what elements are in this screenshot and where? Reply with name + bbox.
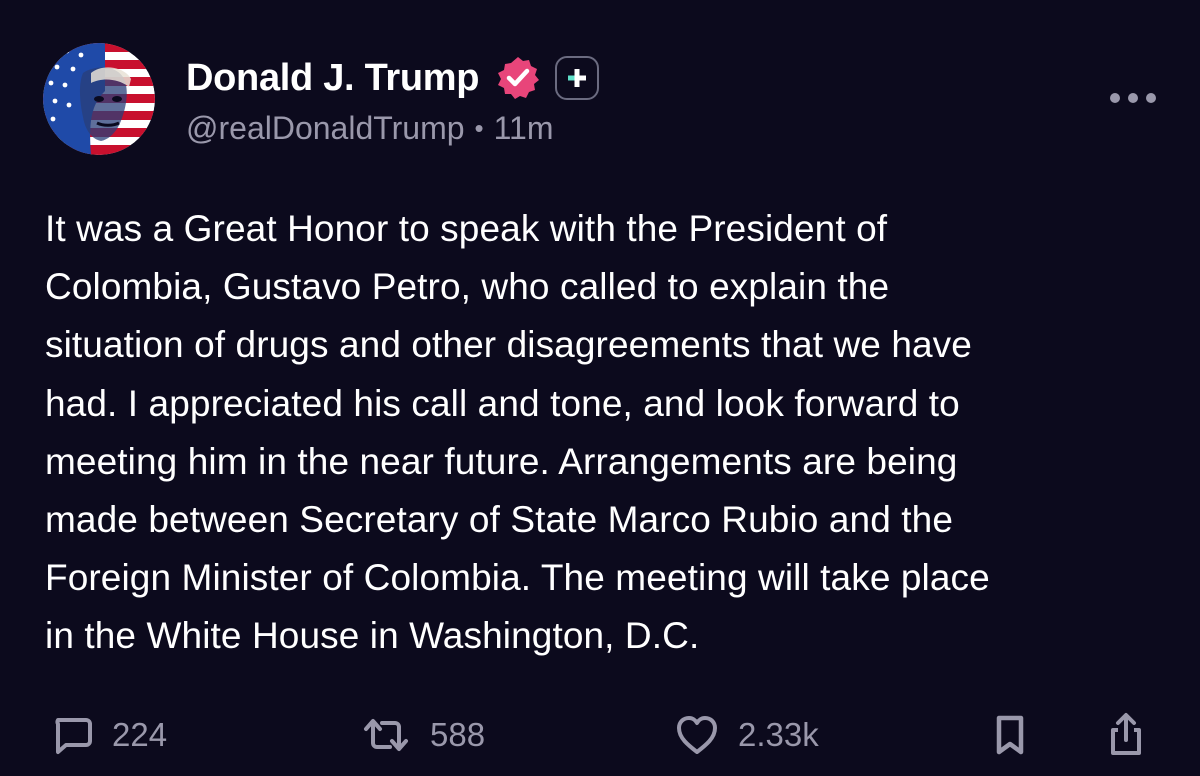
more-dot [1128, 93, 1138, 103]
post-body-text: It was a Great Honor to speak with the P… [45, 200, 1165, 666]
repost-button[interactable]: 588 [360, 705, 485, 765]
flag-portrait-avatar-icon [43, 43, 155, 155]
post-text-line: made between Secretary of State Marco Ru… [45, 499, 954, 541]
more-dots-icon [1110, 93, 1120, 103]
post-card: Donald J. Trump @realDonaldTrump • 11m I… [0, 0, 1200, 776]
share-icon [1111, 713, 1141, 755]
more-options-button[interactable] [1110, 80, 1156, 116]
reply-count: 224 [112, 716, 168, 753]
author-handle[interactable]: @realDonaldTrump [186, 110, 465, 147]
bookmark-button[interactable] [990, 705, 1030, 765]
bookmark-icon [996, 715, 1024, 755]
post-text-line: meeting him in the near future. Arrangem… [45, 440, 958, 482]
post-text-line: situation of drugs and other disagreemen… [45, 324, 972, 366]
repost-count: 588 [430, 716, 486, 753]
reply-bubble-icon [55, 718, 92, 754]
post-text-line: had. I appreciated his call and tone, an… [45, 382, 960, 424]
time-separator: • [474, 113, 484, 143]
share-button[interactable] [1104, 705, 1148, 765]
post-text-line: in the White House in Washington, D.C. [45, 615, 700, 657]
post-text-line: It was a Great Honor to speak with the P… [45, 208, 888, 249]
like-count: 2.33k [738, 716, 819, 753]
post-text-line: Foreign Minister of Colombia. The meetin… [45, 557, 990, 599]
repost-arrows-icon [364, 719, 408, 751]
like-button[interactable]: 2.33k [674, 705, 819, 765]
avatar[interactable] [43, 43, 155, 155]
post-text-line: Colombia, Gustavo Petro, who called to e… [45, 266, 890, 308]
author-name-row: Donald J. Trump [186, 52, 600, 104]
author-meta-row: @realDonaldTrump • 11m [186, 110, 554, 147]
post-action-bar: 224 588 2.33k [0, 705, 1200, 765]
author-display-name[interactable]: Donald J. Trump [186, 57, 480, 100]
reply-button[interactable]: 224 [50, 705, 167, 765]
post-timestamp[interactable]: 11m [494, 110, 554, 147]
more-dot [1146, 93, 1156, 103]
plus-badge-icon [555, 56, 600, 100]
verified-badge-icon [495, 55, 541, 101]
heart-icon [677, 716, 717, 754]
